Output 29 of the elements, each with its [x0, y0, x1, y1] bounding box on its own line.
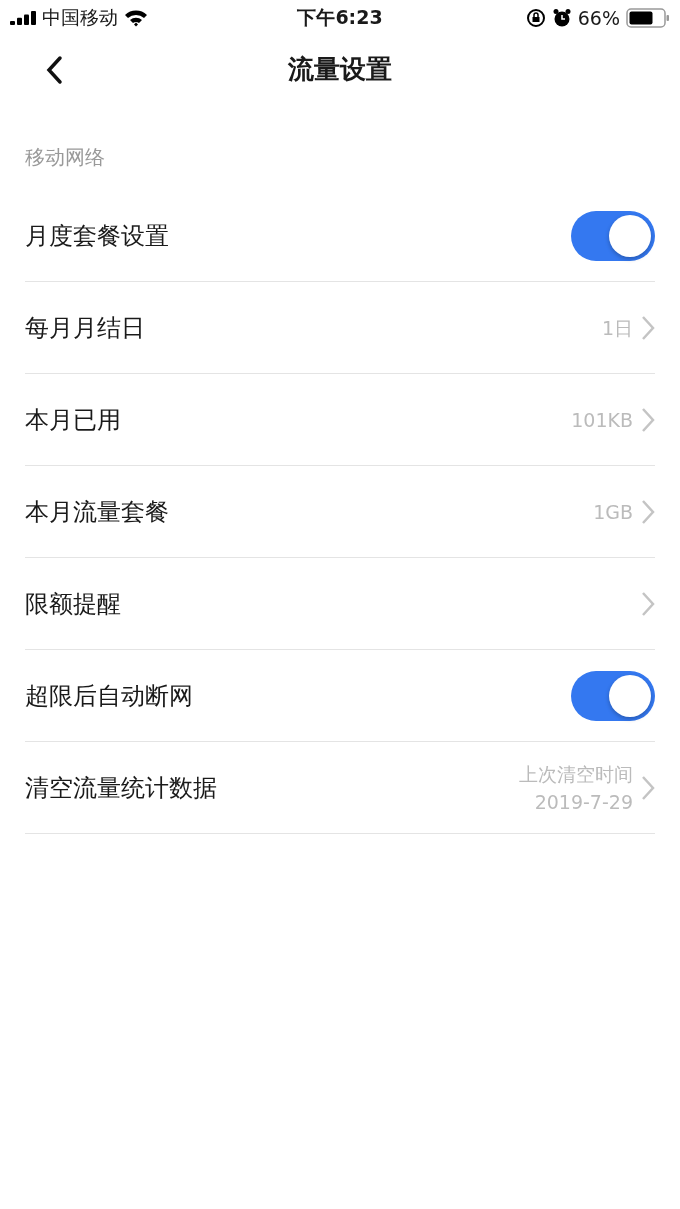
toggle-switch[interactable]: [571, 670, 655, 721]
signal-icon: [10, 11, 36, 25]
chevron-icon: [641, 314, 655, 341]
page-title: 流量设置: [288, 52, 392, 86]
row-label: 清空流量统计数据: [25, 772, 218, 804]
row-label: 本月已用: [25, 404, 122, 436]
row-value: 101KB: [571, 407, 633, 433]
toggle-switch[interactable]: [571, 210, 655, 261]
row-label: 本月流量套餐: [25, 496, 170, 528]
chevron-icon: [641, 774, 655, 801]
row-label: 每月月结日: [25, 312, 146, 344]
row-value: 1GB: [593, 499, 633, 525]
chevron-icon: [641, 406, 655, 433]
carrier-name: 中国移动: [42, 5, 118, 30]
battery-percent: 66%: [577, 7, 620, 29]
row-value: 2019-7-29: [534, 789, 633, 815]
row-value: 1日: [601, 315, 633, 341]
wifi-icon: [124, 9, 148, 27]
row-label: 超限后自动断网: [25, 680, 194, 712]
battery-icon: [626, 8, 670, 28]
row-value: 上次清空时间: [519, 761, 633, 787]
chevron-icon: [641, 590, 655, 617]
section-header: 移动网络: [24, 144, 106, 171]
status-time: 下午6:23: [297, 5, 383, 30]
alarm-icon: [551, 8, 572, 28]
chevron-icon: [641, 498, 655, 525]
row-label: 月度套餐设置: [25, 220, 170, 252]
row-label: 限额提醒: [25, 588, 122, 620]
rotation-lock-icon: [525, 8, 546, 28]
